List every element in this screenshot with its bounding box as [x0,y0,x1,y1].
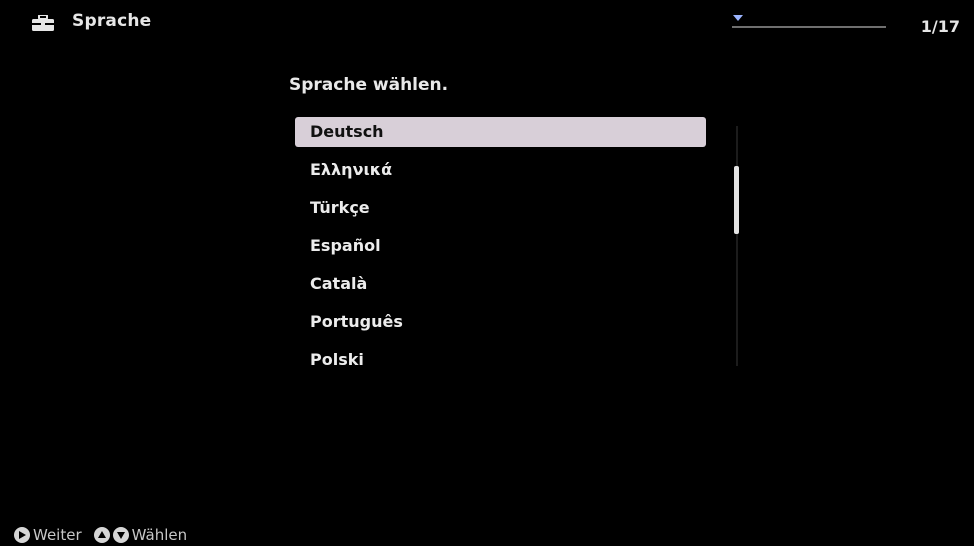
toolbox-icon [32,14,54,31]
language-option-selected[interactable]: Deutsch [295,117,706,147]
language-option[interactable]: Português [295,307,706,337]
scrollbar-track[interactable] [736,126,738,366]
page-title: Sprache [72,11,152,31]
right-arrow-button-icon [14,527,30,543]
language-option[interactable]: Polski [295,345,706,375]
language-option[interactable]: Ελληνικά [295,155,706,185]
position-marker-icon [733,15,743,21]
language-option[interactable]: Español [295,231,706,261]
down-arrow-button-icon [112,527,129,543]
prompt-heading: Sprache wählen. [289,75,449,95]
language-list: Deutsch Ελληνικά Türkçe Español Català P… [295,117,706,383]
progress-bar [732,26,886,28]
language-option[interactable]: Türkçe [295,193,706,223]
scrollbar-thumb[interactable] [734,166,739,234]
footer-hints: Weiter Wählen [14,525,187,545]
weiter-label: Weiter [33,526,82,544]
language-option[interactable]: Català [295,269,706,299]
waehlen-label: Wählen [131,526,188,544]
up-arrow-button-icon [93,527,110,543]
page-counter: 1/17 [920,17,960,36]
